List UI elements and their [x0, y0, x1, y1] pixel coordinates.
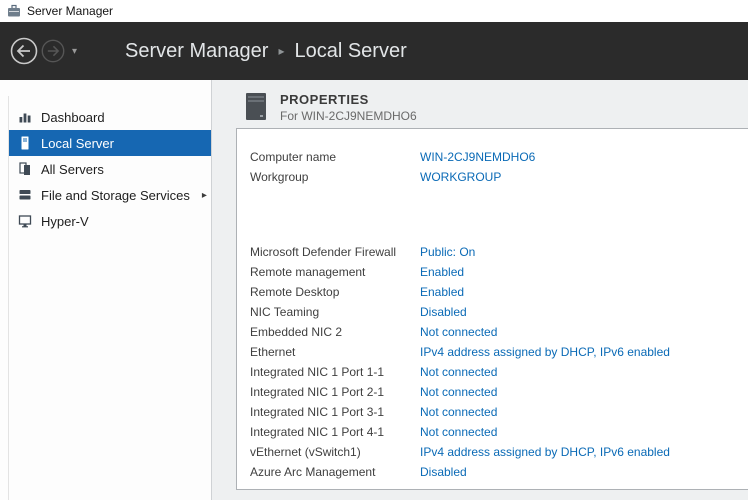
- sidebar: Dashboard Local Server: [0, 80, 212, 500]
- property-value-link[interactable]: Enabled: [420, 285, 464, 299]
- property-label: Integrated NIC 1 Port 3-1: [250, 405, 420, 419]
- property-label: NIC Teaming: [250, 305, 420, 319]
- property-value-link[interactable]: Disabled: [420, 305, 467, 319]
- sidebar-item-label: Dashboard: [41, 110, 105, 125]
- dashboard-icon: [18, 110, 32, 124]
- property-value-link[interactable]: Not connected: [420, 365, 497, 379]
- property-value-link[interactable]: Not connected: [420, 425, 497, 439]
- sidebar-item-label: Local Server: [41, 136, 114, 151]
- property-value-link[interactable]: Not connected: [420, 385, 497, 399]
- property-value-link[interactable]: Enabled: [420, 265, 464, 279]
- property-label: Integrated NIC 1 Port 1-1: [250, 365, 420, 379]
- property-row-computer-name: Computer name WIN-2CJ9NEMDHO6: [250, 147, 748, 167]
- forward-button[interactable]: [41, 39, 65, 63]
- breadcrumb-current[interactable]: Local Server: [294, 40, 406, 63]
- forward-arrow-icon: [41, 39, 65, 63]
- server-properties-icon: [244, 92, 268, 122]
- properties-subtitle: For WIN-2CJ9NEMDHO6: [280, 109, 417, 123]
- local-server-icon: [18, 136, 32, 150]
- sidebar-item-label: File and Storage Services: [41, 188, 190, 203]
- property-row-vethernet: vEthernet (vSwitch1) IPv4 address assign…: [250, 442, 748, 462]
- property-label: Remote management: [250, 265, 420, 279]
- properties-title-block: PROPERTIES For WIN-2CJ9NEMDHO6: [280, 92, 417, 123]
- property-label: Microsoft Defender Firewall: [250, 245, 420, 259]
- history-dropdown-caret[interactable]: ▾: [72, 46, 77, 57]
- property-value-link[interactable]: IPv4 address assigned by DHCP, IPv6 enab…: [420, 445, 670, 459]
- hyper-v-icon: [18, 214, 32, 228]
- property-value-link[interactable]: WORKGROUP: [420, 170, 501, 184]
- sidebar-item-local-server[interactable]: Local Server: [9, 130, 211, 156]
- property-row-embedded-nic-2: Embedded NIC 2 Not connected: [250, 322, 748, 342]
- breadcrumb-root[interactable]: Server Manager: [125, 40, 268, 63]
- property-row-nic-teaming: NIC Teaming Disabled: [250, 302, 748, 322]
- property-row-integrated-nic-3-1: Integrated NIC 1 Port 3-1 Not connected: [250, 402, 748, 422]
- properties-title: PROPERTIES: [280, 92, 417, 107]
- property-label: vEthernet (vSwitch1): [250, 445, 420, 459]
- back-button[interactable]: [10, 37, 38, 65]
- property-row-integrated-nic-4-1: Integrated NIC 1 Port 4-1 Not connected: [250, 422, 748, 442]
- property-row-azure-arc: Azure Arc Management Disabled: [250, 462, 748, 482]
- titlebar: Server Manager: [0, 0, 748, 22]
- window-title: Server Manager: [27, 4, 113, 18]
- properties-header: PROPERTIES For WIN-2CJ9NEMDHO6: [212, 80, 748, 128]
- property-row-integrated-nic-1-1: Integrated NIC 1 Port 1-1 Not connected: [250, 362, 748, 382]
- property-label: Integrated NIC 1 Port 2-1: [250, 385, 420, 399]
- property-row-ethernet: Ethernet IPv4 address assigned by DHCP, …: [250, 342, 748, 362]
- property-value-link[interactable]: Not connected: [420, 405, 497, 419]
- property-value-link[interactable]: Public: On: [420, 245, 475, 259]
- property-label: Azure Arc Management: [250, 465, 420, 479]
- sidebar-item-file-and-storage-services[interactable]: File and Storage Services ▸: [9, 182, 211, 208]
- property-label: Remote Desktop: [250, 285, 420, 299]
- all-servers-icon: [18, 162, 32, 176]
- property-value-link[interactable]: Disabled: [420, 465, 467, 479]
- file-storage-icon: [18, 188, 32, 202]
- property-value-link[interactable]: WIN-2CJ9NEMDHO6: [420, 150, 535, 164]
- sidebar-item-dashboard[interactable]: Dashboard: [9, 104, 211, 130]
- main-content: PROPERTIES For WIN-2CJ9NEMDHO6 Computer …: [212, 80, 748, 500]
- property-row-firewall: Microsoft Defender Firewall Public: On: [250, 242, 748, 262]
- breadcrumb-separator-icon: ▸: [278, 44, 284, 58]
- sidebar-item-hyper-v[interactable]: Hyper-V: [9, 208, 211, 234]
- server-manager-window: Server Manager ▾ Server Manager ▸ Local …: [0, 0, 748, 500]
- property-label: Ethernet: [250, 345, 420, 359]
- navigation-bar: ▾ Server Manager ▸ Local Server: [0, 22, 748, 80]
- nav-buttons: ▾: [10, 37, 77, 65]
- property-value-link[interactable]: IPv4 address assigned by DHCP, IPv6 enab…: [420, 345, 670, 359]
- expand-arrow-icon: ▸: [202, 190, 207, 201]
- property-label: Embedded NIC 2: [250, 325, 420, 339]
- back-arrow-icon: [10, 37, 38, 65]
- property-row-workgroup: Workgroup WORKGROUP: [250, 167, 748, 187]
- property-row-integrated-nic-2-1: Integrated NIC 1 Port 2-1 Not connected: [250, 382, 748, 402]
- property-row-remote-desktop: Remote Desktop Enabled: [250, 282, 748, 302]
- property-row-remote-management: Remote management Enabled: [250, 262, 748, 282]
- property-label: Computer name: [250, 150, 420, 164]
- sidebar-item-label: All Servers: [41, 162, 104, 177]
- breadcrumb: Server Manager ▸ Local Server: [125, 40, 407, 63]
- sidebar-item-all-servers[interactable]: All Servers: [9, 156, 211, 182]
- property-label: Workgroup: [250, 170, 420, 184]
- server-manager-app-icon: [7, 4, 21, 18]
- properties-panel: Computer name WIN-2CJ9NEMDHO6 Workgroup …: [236, 128, 748, 490]
- property-value-link[interactable]: Not connected: [420, 325, 497, 339]
- row-group-spacer: [250, 187, 748, 242]
- sidebar-item-label: Hyper-V: [41, 214, 89, 229]
- property-label: Integrated NIC 1 Port 4-1: [250, 425, 420, 439]
